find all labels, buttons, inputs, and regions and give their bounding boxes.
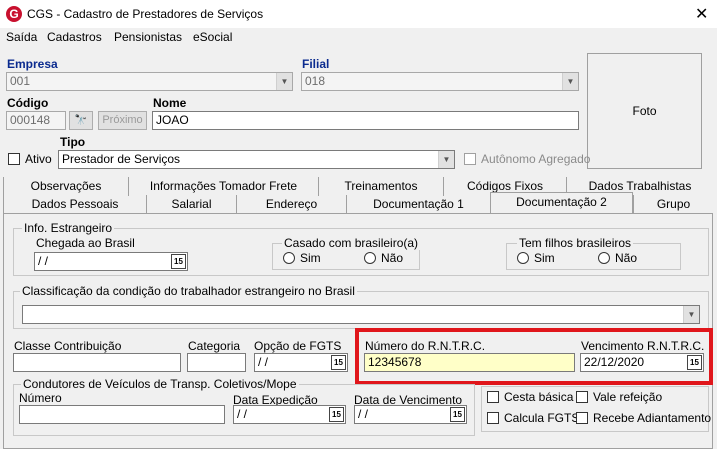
condutores-title: Condutores de Veículos de Transp. Coleti… xyxy=(21,377,299,391)
data-venc-value: / / xyxy=(358,407,369,421)
filhos-nao-label: Não xyxy=(615,251,638,265)
calcula-fgts-label: Calcula FGTS xyxy=(504,411,580,425)
empresa-label: Empresa xyxy=(7,57,58,71)
menu-pensionistas[interactable]: Pensionistas xyxy=(114,30,182,44)
numero-field[interactable] xyxy=(19,405,225,424)
data-exp-field[interactable]: / / 15 xyxy=(233,405,346,424)
nome-label: Nome xyxy=(153,96,187,110)
filhos-sim-radio[interactable] xyxy=(517,252,529,264)
photo-box[interactable]: Foto xyxy=(587,53,702,169)
codigo-label: Código xyxy=(7,96,49,110)
tab-observacoes[interactable]: Observações xyxy=(3,177,128,196)
autonomo-label: Autônomo Agregado xyxy=(481,152,591,166)
tipo-label: Tipo xyxy=(60,135,86,149)
tab-treinamentos[interactable]: Treinamentos xyxy=(318,177,443,196)
cesta-checkbox[interactable] xyxy=(487,391,499,403)
chevron-down-icon[interactable]: ▼ xyxy=(276,73,292,90)
tipo-combo[interactable]: Prestador de Serviços ▼ xyxy=(58,150,455,169)
tab-salarial[interactable]: Salarial xyxy=(146,195,236,214)
opcao-fgts-field[interactable]: / / 15 xyxy=(254,353,348,372)
categoria-label: Categoria xyxy=(188,339,241,353)
classificacao-combo[interactable]: ▼ xyxy=(22,305,700,324)
binoculars-icon: 🔭 xyxy=(74,115,88,126)
tab-documentacao-2[interactable]: Documentação 2 xyxy=(490,192,633,214)
chegada-value: / / xyxy=(38,254,49,268)
opcao-fgts-value: / / xyxy=(258,355,269,369)
filial-combo[interactable]: 018 ▼ xyxy=(301,72,579,91)
categoria-field[interactable] xyxy=(187,353,246,372)
adiantamento-label: Recebe Adiantamento xyxy=(593,411,712,425)
classificacao-title: Classificação da condição do trabalhador… xyxy=(20,284,357,298)
casado-sim-radio[interactable] xyxy=(283,252,295,264)
data-venc-field[interactable]: / / 15 xyxy=(354,405,467,424)
calendar-icon[interactable]: 15 xyxy=(329,407,344,422)
adiantamento-checkbox[interactable] xyxy=(576,412,588,424)
tipo-value: Prestador de Serviços xyxy=(62,152,181,166)
tab-documentacao-1[interactable]: Documentação 1 xyxy=(346,195,490,214)
cesta-label: Cesta básica xyxy=(504,390,574,404)
empresa-combo[interactable]: 001 ▼ xyxy=(6,72,293,91)
calendar-icon[interactable]: 15 xyxy=(450,407,465,422)
codigo-field[interactable]: 000148 xyxy=(6,111,66,130)
tab-informacoes-tomador-frete[interactable]: Informações Tomador Frete xyxy=(128,177,318,196)
casado-nao-label: Não xyxy=(381,251,404,265)
filial-value: 018 xyxy=(305,74,326,88)
highlight-box xyxy=(355,328,713,385)
chegada-date-field[interactable]: / / 15 xyxy=(34,252,188,271)
filial-label: Filial xyxy=(302,57,330,71)
data-exp-value: / / xyxy=(237,407,248,421)
tab-endereco[interactable]: Endereço xyxy=(236,195,346,214)
window-title: CGS - Cadastro de Prestadores de Serviço… xyxy=(27,7,264,21)
classe-label: Classe Contribuição xyxy=(14,339,122,353)
nome-field[interactable]: JOAO xyxy=(152,111,579,130)
tab-grupo[interactable]: Grupo xyxy=(633,195,713,214)
vale-label: Vale refeição xyxy=(593,390,663,404)
ativo-checkbox[interactable] xyxy=(8,153,20,165)
numero-label: Número xyxy=(19,391,62,405)
menu-cadastros[interactable]: Cadastros xyxy=(47,30,102,44)
tab-dados-pessoais[interactable]: Dados Pessoais xyxy=(3,195,146,214)
proximo-button[interactable]: Próximo xyxy=(98,111,147,130)
vale-checkbox[interactable] xyxy=(576,391,588,403)
menu-bar xyxy=(0,28,717,47)
ativo-label: Ativo xyxy=(25,152,52,166)
classe-field[interactable] xyxy=(13,353,181,372)
chevron-down-icon[interactable]: ▼ xyxy=(683,306,699,323)
photo-label: Foto xyxy=(632,104,657,118)
close-icon[interactable]: ✕ xyxy=(695,4,708,24)
filhos-title: Tem filhos brasileiros xyxy=(517,236,634,250)
chevron-down-icon[interactable]: ▼ xyxy=(562,73,578,90)
calcula-fgts-checkbox[interactable] xyxy=(487,412,499,424)
filhos-nao-radio[interactable] xyxy=(598,252,610,264)
calendar-icon[interactable]: 15 xyxy=(331,355,346,370)
estrangeiro-title: Info. Estrangeiro xyxy=(22,221,115,235)
filhos-sim-label: Sim xyxy=(534,251,555,265)
opcao-fgts-label: Opção de FGTS xyxy=(254,339,342,353)
casado-title: Casado com brasileiro(a) xyxy=(282,236,421,250)
chegada-label: Chegada ao Brasil xyxy=(36,236,135,250)
menu-esocial[interactable]: eSocial xyxy=(193,30,232,44)
casado-nao-radio[interactable] xyxy=(364,252,376,264)
search-button[interactable]: 🔭 xyxy=(69,111,93,130)
app-logo-icon: G xyxy=(6,6,22,22)
autonomo-checkbox[interactable] xyxy=(464,153,476,165)
chevron-down-icon[interactable]: ▼ xyxy=(438,151,454,168)
calendar-icon[interactable]: 15 xyxy=(171,254,186,269)
menu-saida[interactable]: Saída xyxy=(6,30,37,44)
empresa-value: 001 xyxy=(10,74,31,88)
casado-sim-label: Sim xyxy=(300,251,321,265)
